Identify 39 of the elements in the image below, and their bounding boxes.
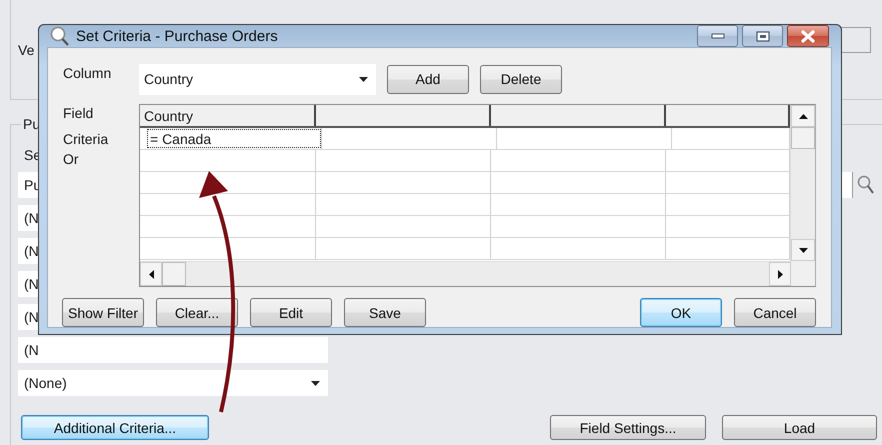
grid-cell[interactable]: = Canada [146, 128, 322, 149]
dropdown-field[interactable]: (N [18, 337, 328, 363]
row-label: Or [63, 150, 80, 169]
row-label: Field [63, 104, 94, 123]
left-arrow-icon[interactable] [148, 270, 154, 278]
action-button[interactable]: Edit [250, 298, 332, 327]
caret-icon [311, 380, 320, 386]
caret-icon [359, 76, 368, 82]
action-button[interactable]: Load [722, 415, 877, 440]
window-title: Set Criteria - Purchase Orders [76, 28, 278, 44]
up-arrow-icon[interactable] [798, 114, 808, 118]
down-arrow-icon[interactable] [798, 248, 808, 252]
vertical-scrollbar[interactable] [790, 105, 815, 261]
action-button[interactable]: Save [344, 298, 426, 327]
search-icon [49, 25, 71, 47]
scroll-thumb[interactable] [162, 262, 186, 286]
column-label: Column [62, 65, 112, 81]
action-button[interactable]: Cancel [734, 298, 816, 327]
action-button[interactable]: Field Settings... [550, 415, 706, 440]
row-label: Criteria [63, 130, 110, 149]
maximize-button[interactable] [742, 25, 783, 47]
horizontal-scrollbar[interactable] [140, 261, 791, 286]
action-button[interactable]: Clear... [156, 298, 238, 327]
dropdown-field[interactable]: (None) [18, 370, 328, 396]
close-icon [800, 30, 816, 42]
minimize-button[interactable] [697, 25, 738, 47]
action-button[interactable]: Delete [480, 64, 562, 94]
minimize-icon [710, 33, 724, 39]
search-icon[interactable] [857, 175, 875, 195]
field-label: Ve [18, 42, 34, 58]
column-dropdown[interactable]: Country [139, 64, 376, 94]
right-arrow-icon[interactable] [778, 270, 782, 278]
maximize-icon [756, 30, 770, 42]
action-button[interactable]: Additional Criteria... [21, 415, 209, 440]
action-button[interactable]: OK [640, 298, 722, 327]
close-button[interactable] [787, 25, 829, 47]
action-button[interactable]: Show Filter [62, 298, 144, 327]
scroll-thumb[interactable] [791, 127, 815, 149]
action-button[interactable]: Add [387, 64, 469, 94]
